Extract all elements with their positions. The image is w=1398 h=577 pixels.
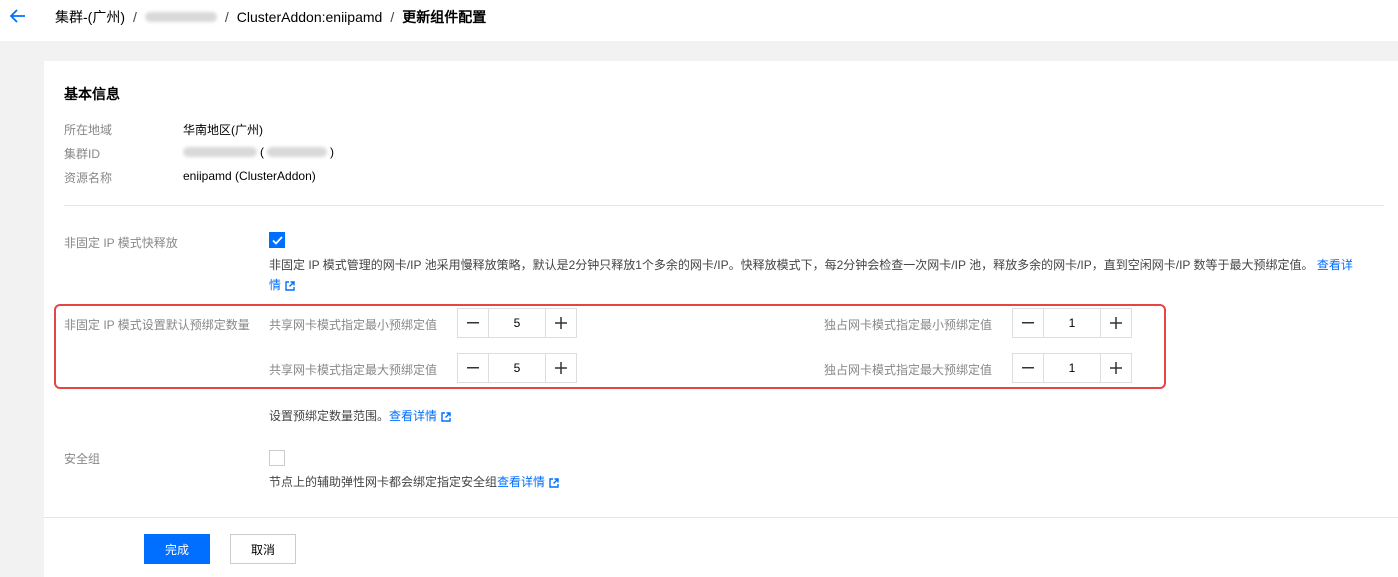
decrement-button[interactable]: [458, 309, 488, 337]
plus-icon: [555, 317, 567, 329]
breadcrumb-addon[interactable]: ClusterAddon:eniipamd: [237, 9, 383, 25]
external-link-icon: [441, 412, 451, 422]
plus-icon: [1110, 362, 1122, 374]
external-link-icon: [549, 478, 559, 488]
arrow-left-icon[interactable]: [8, 6, 28, 26]
breadcrumb-current: 更新组件配置: [402, 9, 487, 25]
prebind-hint: 设置预绑定数量范围。查看详情: [269, 406, 451, 426]
redacted-cluster-name: [267, 147, 327, 157]
prebind-label: 非固定 IP 模式设置默认预绑定数量: [64, 318, 250, 332]
resource-value: eniipamd (ClusterAddon): [183, 169, 316, 183]
footer-divider: [44, 517, 1398, 518]
exclusive-min-value[interactable]: 1: [1043, 309, 1101, 337]
breadcrumb-separator: /: [224, 9, 229, 25]
external-link-icon: [285, 281, 295, 291]
region-value: 华南地区(广州): [183, 123, 263, 137]
breadcrumb-separator: /: [133, 9, 137, 25]
fast-release-description: 非固定 IP 模式管理的网卡/IP 池采用慢释放策略，默认是2分钟只释放1个多余…: [269, 255, 1359, 295]
fast-release-desc-text: 非固定 IP 模式管理的网卡/IP 池采用慢释放策略，默认是2分钟只释放1个多余…: [269, 258, 1314, 272]
redacted-cluster-id: [144, 12, 217, 22]
increment-button[interactable]: [546, 354, 576, 382]
security-group-desc-text: 节点上的辅助弹性网卡都会绑定指定安全组: [269, 475, 498, 489]
breadcrumb-cluster[interactable]: 集群-(广州): [55, 7, 125, 27]
minus-icon: [467, 367, 479, 369]
exclusive-min-label: 独占网卡模式指定最小预绑定值: [824, 318, 993, 332]
shared-min-value[interactable]: 5: [488, 309, 546, 337]
minus-icon: [1022, 367, 1034, 369]
minus-icon: [1022, 322, 1034, 324]
prebind-hint-text: 设置预绑定数量范围。: [269, 409, 390, 423]
cancel-button[interactable]: 取消: [230, 534, 296, 564]
shared-max-stepper[interactable]: 5: [457, 353, 577, 383]
shared-min-label: 共享网卡模式指定最小预绑定值: [269, 318, 438, 332]
config-card: 基本信息 所在地域 华南地区(广州) 集群ID ( ) 资源名称 eniipam…: [44, 61, 1398, 577]
decrement-button[interactable]: [1013, 354, 1043, 382]
resource-label: 资源名称: [64, 171, 113, 185]
decrement-button[interactable]: [1013, 309, 1043, 337]
increment-button[interactable]: [1101, 309, 1131, 337]
check-icon: [271, 235, 283, 245]
increment-button[interactable]: [546, 309, 576, 337]
decrement-button[interactable]: [458, 354, 488, 382]
exclusive-max-value[interactable]: 1: [1043, 354, 1101, 382]
fast-release-docs-link[interactable]: 查看详: [1317, 258, 1353, 272]
shared-min-stepper[interactable]: 5: [457, 308, 577, 338]
breadcrumb: 集群-(广州) / / ClusterAddon:eniipamd / 更新组件…: [55, 7, 486, 27]
shared-max-value[interactable]: 5: [488, 354, 546, 382]
plus-icon: [1110, 317, 1122, 329]
cluster-id-value: ( ): [183, 145, 334, 159]
exclusive-min-stepper[interactable]: 1: [1012, 308, 1132, 338]
security-group-docs-link[interactable]: 查看详情: [497, 475, 545, 489]
fast-release-label: 非固定 IP 模式快释放: [64, 236, 178, 250]
exclusive-max-label: 独占网卡模式指定最大预绑定值: [824, 363, 993, 377]
section-title: 基本信息: [64, 86, 120, 102]
fast-release-docs-link-cont[interactable]: 情: [269, 278, 281, 292]
top-bar: 集群-(广州) / / ClusterAddon:eniipamd / 更新组件…: [0, 0, 1398, 41]
increment-button[interactable]: [1101, 354, 1131, 382]
security-group-checkbox[interactable]: [269, 450, 285, 466]
region-label: 所在地域: [64, 123, 113, 137]
exclusive-max-stepper[interactable]: 1: [1012, 353, 1132, 383]
prebind-docs-link[interactable]: 查看详情: [389, 409, 437, 423]
fast-release-checkbox[interactable]: [269, 232, 285, 248]
minus-icon: [467, 322, 479, 324]
redacted-cluster-id: [183, 147, 257, 157]
plus-icon: [555, 362, 567, 374]
divider: [64, 205, 1384, 206]
security-group-description: 节点上的辅助弹性网卡都会绑定指定安全组查看详情: [269, 472, 559, 492]
shared-max-label: 共享网卡模式指定最大预绑定值: [269, 363, 438, 377]
breadcrumb-separator: /: [390, 9, 395, 25]
cluster-id-label: 集群ID: [64, 147, 101, 161]
security-group-label: 安全组: [64, 452, 101, 466]
confirm-button[interactable]: 完成: [144, 534, 210, 564]
